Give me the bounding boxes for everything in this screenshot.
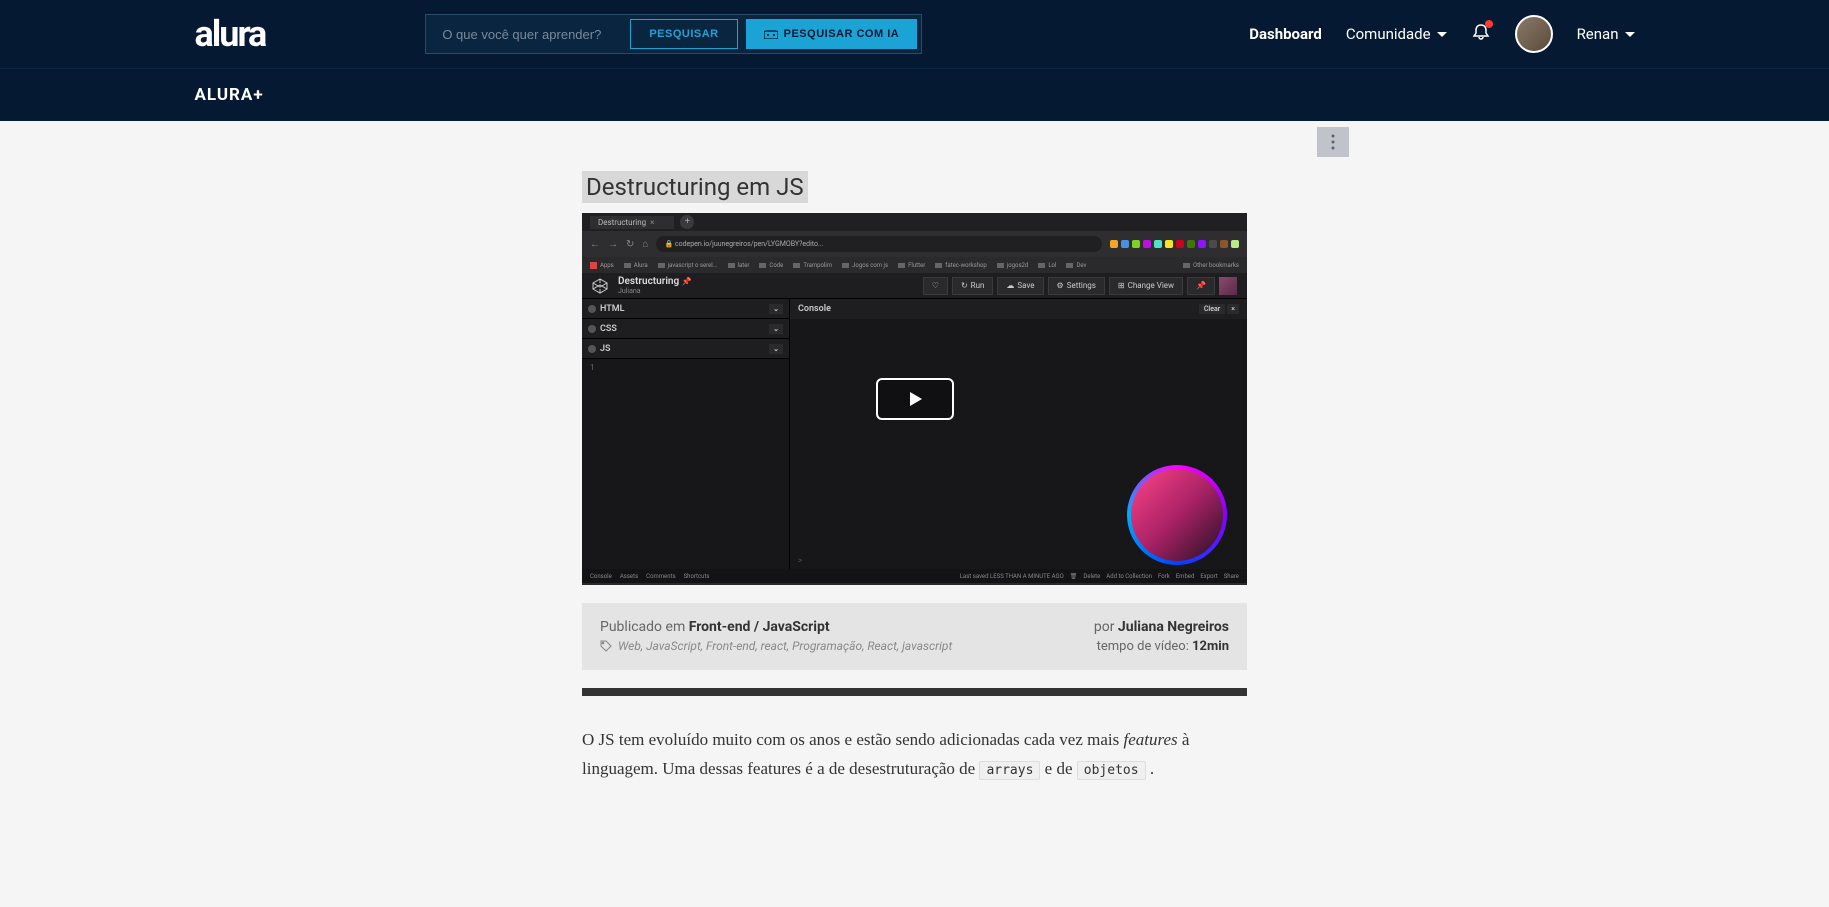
tag-icon — [600, 640, 612, 652]
js-panel-header: JS⌄ — [582, 339, 789, 359]
js-editor: 1 — [582, 359, 789, 569]
tags-row: Web, JavaScript, Front-end, react, Progr… — [600, 639, 1094, 653]
main-content: Destructuring em JS Destructuring × + ←→… — [195, 121, 1635, 784]
codepen-header: Destructuring 📌 Juliana ♡ ↻Run ☁Save ⚙Se… — [582, 273, 1247, 299]
url-bar: 🔒 codepen.io/juunegreiros/pen/LYGMOBY?ed… — [656, 236, 1102, 252]
ai-icon — [764, 29, 778, 39]
extension-icons — [1110, 240, 1239, 248]
browser-chrome: Destructuring × + ←→↻⌂ 🔒 codepen.io/juun… — [582, 213, 1247, 257]
pin-button: 📌 — [1187, 277, 1215, 295]
article-body: O JS tem evoluído muito com os anos e es… — [582, 726, 1247, 784]
save-button: ☁Save — [997, 277, 1043, 295]
console-header: Console Clear × — [790, 299, 1247, 319]
codepen-avatar — [1219, 277, 1237, 295]
close-icon: × — [1227, 304, 1239, 314]
divider — [582, 688, 1247, 696]
chevron-down-icon — [1437, 32, 1447, 37]
presenter-avatar — [1127, 465, 1227, 565]
chevron-down-icon — [1625, 32, 1635, 37]
paragraph: O JS tem evoluído muito com os anos e es… — [582, 726, 1247, 784]
page-title: Destructuring em JS — [582, 171, 808, 203]
author-line: por Juliana Negreiros — [1094, 619, 1229, 635]
published-in: Publicado em Front-end / JavaScript — [600, 619, 1094, 635]
browser-tab: Destructuring × — [590, 216, 674, 229]
codepen-footer: ConsoleAssetsCommentsShortcuts Last save… — [582, 569, 1247, 583]
change-view-button: ⊞Change View — [1109, 277, 1183, 295]
search-container: PESQUISAR PESQUISAR COM IA — [425, 14, 922, 54]
clear-button: Clear — [1199, 304, 1225, 314]
search-button[interactable]: PESQUISAR — [630, 19, 737, 49]
settings-button: ⚙Settings — [1048, 277, 1105, 295]
pin-icon: 📌 — [682, 277, 692, 286]
run-button: ↻Run — [952, 277, 993, 295]
comunidade-link[interactable]: Comunidade — [1346, 25, 1447, 43]
play-button[interactable] — [876, 378, 954, 420]
nav-right: Dashboard Comunidade Renan — [1249, 15, 1634, 53]
search-input[interactable] — [426, 15, 626, 53]
play-icon — [906, 390, 924, 408]
codepen-icon — [592, 278, 608, 294]
video-player[interactable]: Destructuring × + ←→↻⌂ 🔒 codepen.io/juun… — [582, 213, 1247, 585]
new-tab-button: + — [680, 215, 694, 229]
close-icon: × — [650, 218, 654, 227]
browser-nav-icons: ←→↻⌂ — [590, 239, 648, 250]
subheader: ALURA+ — [0, 68, 1829, 121]
search-wrap: PESQUISAR PESQUISAR COM IA — [425, 14, 922, 54]
logo[interactable]: alura — [195, 13, 266, 55]
heart-button: ♡ — [923, 277, 948, 295]
css-panel-header: CSS⌄ — [582, 319, 789, 339]
main-header: alura PESQUISAR PESQUISAR COM IA Dashboa… — [0, 0, 1829, 68]
video-time: tempo de vídeo: 12min — [1094, 639, 1229, 654]
user-menu[interactable]: Renan — [1577, 25, 1635, 43]
html-panel-header: HTML⌄ — [582, 299, 789, 319]
notification-dot — [1485, 20, 1493, 28]
dots-vertical-icon — [1331, 134, 1335, 150]
avatar[interactable] — [1515, 15, 1553, 53]
notifications-button[interactable] — [1471, 22, 1491, 46]
subheader-title: ALURA+ — [195, 85, 1635, 105]
search-ai-button[interactable]: PESQUISAR COM IA — [746, 19, 918, 49]
dashboard-link[interactable]: Dashboard — [1249, 25, 1322, 43]
more-menu-button[interactable] — [1317, 127, 1349, 157]
bookmarks-bar: Apps Alura javascript o serel... later C… — [582, 257, 1247, 273]
meta-box: Publicado em Front-end / JavaScript Web,… — [582, 603, 1247, 670]
